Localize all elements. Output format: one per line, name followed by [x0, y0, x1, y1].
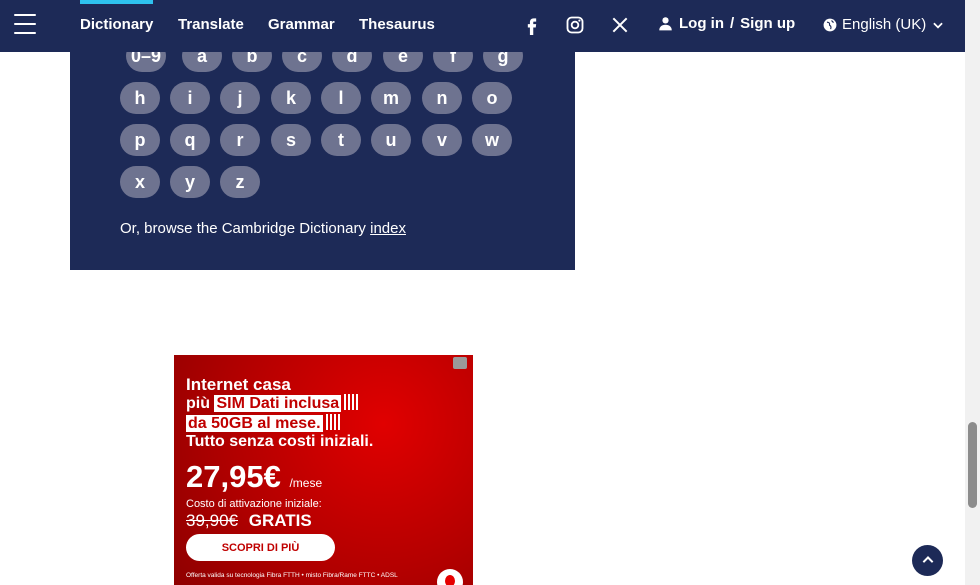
ad-headline-4: Tutto senza costi iniziali. [186, 433, 374, 450]
ad-headline-3-highlight: da 50GB al mese. [186, 415, 323, 432]
ad-cta-button[interactable]: SCOPRI DI PIÙ [186, 534, 335, 561]
tab-thesaurus[interactable]: Thesaurus [359, 16, 435, 33]
ad-headline-3: da 50GB al mese. [186, 414, 340, 433]
letter-o[interactable]: o [472, 82, 512, 114]
letter-y[interactable]: y [170, 166, 210, 198]
letter-c[interactable]: c [282, 52, 322, 72]
ad-choices-icon[interactable] [453, 357, 467, 369]
signup-label[interactable]: Sign up [740, 15, 795, 32]
letter-w[interactable]: w [472, 124, 512, 156]
letter-f[interactable]: f [433, 52, 473, 72]
page: Dictionary Translate Grammar Thesaurus L… [0, 0, 980, 585]
letter-v[interactable]: v [422, 124, 462, 156]
chevron-down-icon [933, 22, 943, 29]
letter-u[interactable]: u [371, 124, 411, 156]
language-selector[interactable]: English (UK) [823, 16, 945, 33]
letter-t[interactable]: t [321, 124, 361, 156]
letter-n[interactable]: n [422, 82, 462, 114]
tab-dictionary[interactable]: Dictionary [80, 0, 154, 33]
hamburger-menu-icon[interactable] [14, 14, 36, 34]
facebook-icon[interactable] [522, 15, 542, 35]
vodafone-logo-icon [437, 569, 463, 585]
letter-p[interactable]: p [120, 124, 160, 156]
login-label[interactable]: Log in [679, 15, 724, 32]
tab-grammar[interactable]: Grammar [268, 16, 335, 33]
letter-g[interactable]: g [483, 52, 523, 72]
letter-b[interactable]: b [232, 52, 272, 72]
letter-j[interactable]: j [220, 82, 260, 114]
letter-s[interactable]: s [271, 124, 311, 156]
letter-m[interactable]: m [371, 82, 411, 114]
ad-fine-print: Offerta valida su tecnologia Fibra FTTH … [186, 572, 398, 579]
ad-headline-2-highlight: SIM Dati inclusa [214, 395, 342, 412]
back-to-top-icon [922, 555, 933, 563]
login-separator: / [730, 15, 735, 32]
ad-old-price: 39,90€ [186, 511, 238, 530]
letter-e[interactable]: e [383, 52, 423, 72]
scrollbar-thumb[interactable] [968, 422, 977, 508]
advertisement-banner[interactable]: Internet casa più SIM Dati inclusa da 50… [174, 355, 473, 585]
browse-index-label: Or, browse the Cambridge Dictionary [120, 220, 366, 237]
ad-free-label: GRATIS [248, 511, 312, 530]
language-label: English (UK) [842, 16, 927, 33]
tab-translate[interactable]: Translate [178, 16, 244, 33]
ad-headline-2-prefix: più [186, 395, 210, 412]
letter-q[interactable]: q [170, 124, 210, 156]
letter-z[interactable]: z [220, 166, 260, 198]
index-link[interactable]: index [370, 220, 406, 237]
ad-stripes-decoration [344, 394, 359, 410]
x-icon[interactable] [610, 15, 630, 35]
browse-index-text: Or, browse the Cambridge Dictionary inde… [120, 220, 406, 237]
ad-price-unit: /mese [289, 476, 323, 490]
instagram-icon[interactable] [565, 15, 585, 35]
letter-d[interactable]: d [332, 52, 372, 72]
letter-h[interactable]: h [120, 82, 160, 114]
login-signup-link[interactable]: Log in / Sign up [658, 15, 795, 32]
ad-price-value: 27,95€ [186, 459, 281, 494]
letter-k[interactable]: k [271, 82, 311, 114]
back-to-top-button[interactable] [912, 545, 943, 576]
user-icon [659, 17, 672, 31]
ad-stripes-decoration-2 [325, 414, 340, 430]
ad-activation-price: 39,90€ GRATIS [186, 511, 312, 531]
letter-r[interactable]: r [220, 124, 260, 156]
letter-l[interactable]: l [321, 82, 361, 114]
letter-i[interactable]: i [170, 82, 210, 114]
top-navigation-bar: Dictionary Translate Grammar Thesaurus L… [0, 0, 965, 52]
letter-a[interactable]: a [182, 52, 222, 72]
letter-0-9[interactable]: 0–9 [126, 52, 166, 72]
ad-headline-1: Internet casa [186, 375, 291, 394]
ad-activation-label: Costo di attivazione iniziale: [186, 498, 322, 510]
ad-headline-2: più SIM Dati inclusa [186, 394, 359, 413]
globe-icon [823, 18, 837, 31]
ad-price: 27,95€ /mese [186, 459, 322, 495]
browse-letters-panel: 0–9 a b c d e f g h i j k l m n o p q r … [70, 52, 575, 270]
letter-x[interactable]: x [120, 166, 160, 198]
